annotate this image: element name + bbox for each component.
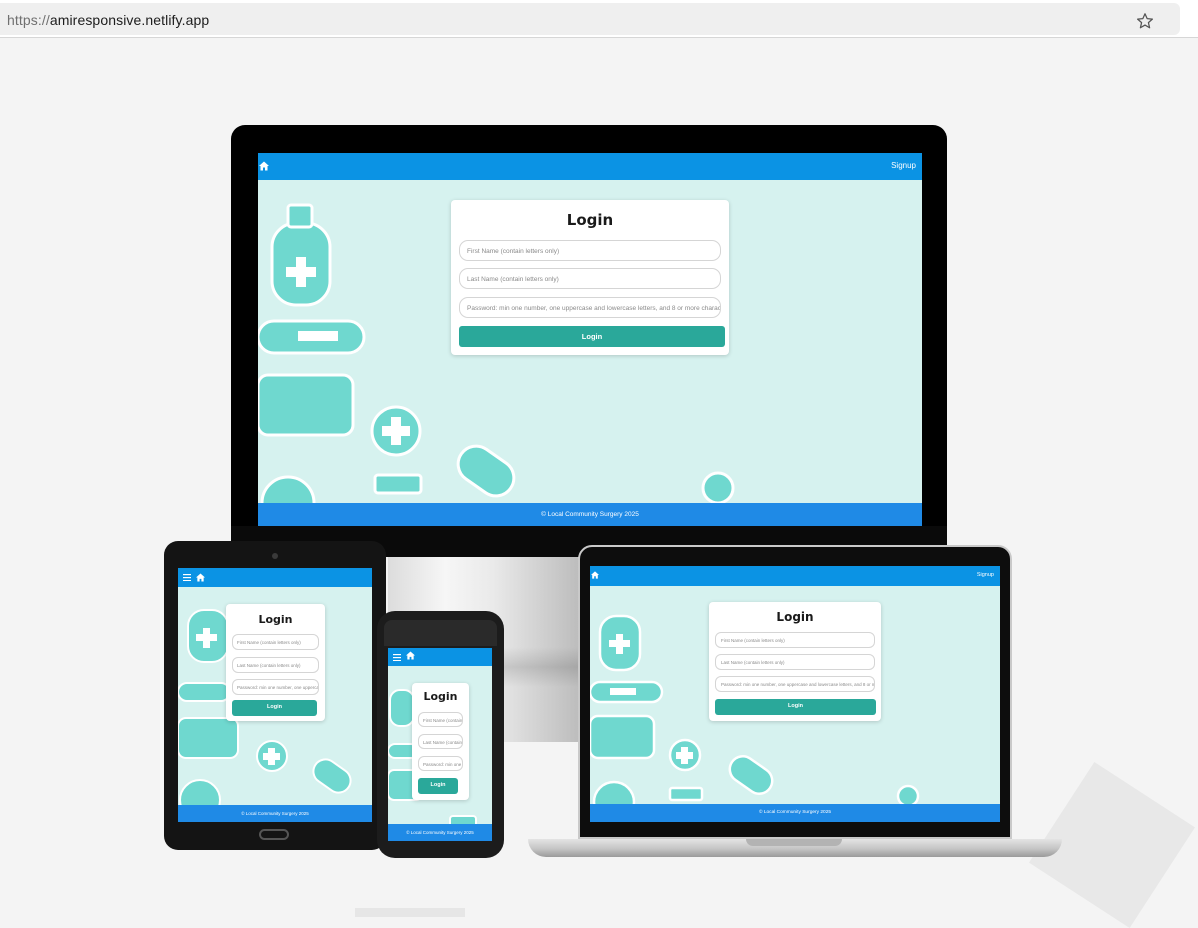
app-footer: © Local Community Surgery 2025	[388, 824, 492, 841]
login-button[interactable]: Login	[418, 778, 458, 794]
tablet-screen: Login First Name (contain letters only) …	[178, 568, 372, 822]
login-card: Login First Name (contain letters only) …	[226, 604, 325, 721]
first-name-input[interactable]: First Name (contain letters only)	[715, 632, 875, 648]
last-name-input[interactable]: Last Name (contain letters only)	[459, 268, 721, 289]
tablet-home-button	[259, 829, 289, 840]
last-name-input[interactable]: Last Name (contain letters only)	[715, 654, 875, 670]
app-navbar: Signup	[258, 153, 922, 180]
laptop-screen: Signup Login First Name (contain letters…	[590, 566, 1000, 822]
app-navbar	[388, 648, 492, 666]
password-input[interactable]: Password: min one number, one uppercase …	[715, 676, 875, 692]
login-button[interactable]: Login	[715, 699, 876, 715]
last-name-input[interactable]: Last Name (contain letters only)	[418, 734, 463, 749]
app-footer: © Local Community Surgery 2025	[258, 503, 922, 526]
browser-toolbar: https://amiresponsive.netlify.app	[0, 0, 1198, 38]
star-icon[interactable]	[1136, 12, 1154, 30]
signup-link[interactable]: Signup	[977, 572, 994, 578]
login-title: Login	[566, 211, 614, 229]
login-card: Login First Name (contain letters only) …	[451, 200, 729, 355]
home-icon[interactable]	[196, 573, 205, 582]
first-name-input[interactable]: First Name (contain letters only)	[232, 634, 319, 650]
password-input[interactable]: Password: min one number, one uppercase …	[232, 679, 319, 695]
app-navbar: Signup	[590, 566, 1000, 586]
login-title: Login	[258, 613, 293, 626]
decorative-shape	[355, 908, 465, 917]
address-text: https://amiresponsive.netlify.app	[7, 12, 210, 28]
laptop-notch	[746, 839, 842, 846]
menu-icon[interactable]	[183, 574, 191, 581]
login-card: Login First Name (contain letters only) …	[709, 602, 881, 721]
app-navbar	[178, 568, 372, 587]
login-button[interactable]: Login	[232, 700, 317, 716]
app-footer: © Local Community Surgery 2025	[590, 804, 1000, 822]
login-button[interactable]: Login	[459, 326, 725, 347]
menu-icon[interactable]	[393, 654, 401, 661]
home-icon[interactable]	[406, 651, 415, 660]
home-icon[interactable]	[591, 571, 599, 579]
first-name-input[interactable]: First Name (contain letters only)	[418, 712, 463, 727]
password-input[interactable]: Password: min one number, one uppercase …	[418, 756, 463, 771]
signup-link[interactable]: Signup	[891, 161, 916, 170]
app-footer: © Local Community Surgery 2025	[178, 805, 372, 822]
home-icon[interactable]	[259, 161, 269, 171]
address-bar[interactable]: https://amiresponsive.netlify.app	[0, 3, 1180, 35]
first-name-input[interactable]: First Name (contain letters only)	[459, 240, 721, 261]
login-title: Login	[776, 610, 814, 624]
monitor-screen: Signup Login First Name (contain letters…	[258, 153, 922, 526]
login-card: Login First Name (contain letters only) …	[412, 683, 469, 800]
tablet-camera	[272, 553, 278, 559]
last-name-input[interactable]: Last Name (contain letters only)	[232, 657, 319, 673]
phone-screen: Login First Name (contain letters only) …	[388, 648, 492, 841]
login-title: Login	[423, 690, 458, 703]
phone-speaker-area	[384, 620, 497, 646]
password-input[interactable]: Password: min one number, one uppercase …	[459, 297, 721, 318]
